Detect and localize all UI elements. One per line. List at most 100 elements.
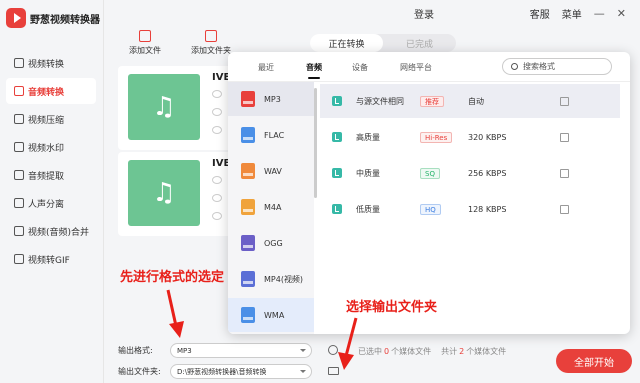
audio-file-icon (332, 96, 342, 106)
output-format-label: 输出格式: (118, 346, 153, 355)
format-item-wma[interactable]: WMA (228, 298, 314, 332)
add-file-button[interactable]: 添加文件 (120, 30, 170, 56)
quality-row-low[interactable]: 低质量 HQ 128 KBPS (320, 192, 620, 226)
output-folder-row: 输出文件夹: D:\野葱视频转换器\音频转换 (118, 364, 312, 379)
wav-file-icon (241, 163, 255, 179)
add-folder-icon (205, 30, 217, 42)
tab-done[interactable]: 已完成 (383, 34, 456, 52)
gif-icon (14, 254, 24, 264)
music-note-icon: ♫ (128, 74, 200, 140)
format-hint-annotation: 先进行格式的选定 (120, 270, 225, 285)
quality-name: 与源文件相同 (356, 96, 404, 106)
audio-file-icon (332, 204, 342, 214)
format-label: WMA (264, 310, 285, 320)
output-folder-select[interactable]: D:\野葱视频转换器\音频转换 (170, 364, 312, 379)
selected-count: 0 (384, 347, 390, 356)
format-label: M4A (264, 202, 282, 212)
selected-prefix: 已选中 (358, 347, 382, 356)
edit-icon[interactable] (560, 96, 569, 106)
gear-icon[interactable] (328, 345, 338, 355)
quality-row-medium[interactable]: 中质量 SQ 256 KBPS (320, 156, 620, 190)
file-info-icon (212, 194, 222, 202)
login-link[interactable]: 登录 (414, 6, 434, 21)
output-format-select[interactable]: MP3 (170, 343, 312, 358)
customer-service-link[interactable]: 客服 (530, 6, 550, 21)
folder-icon[interactable] (328, 367, 339, 375)
format-item-mp4[interactable]: MP4(视频) (228, 262, 314, 296)
video-convert-icon (14, 58, 24, 68)
sidebar-item-video-convert[interactable]: 视频转换 (6, 50, 96, 76)
quality-row-high[interactable]: 高质量 Hi-Res 320 KBPS (320, 120, 620, 154)
minimize-button[interactable]: — (594, 7, 605, 20)
output-format-row: 输出格式: MP3 (118, 343, 312, 358)
tab-device[interactable]: 设备 (352, 62, 368, 73)
sidebar-item-video-watermark[interactable]: 视频水印 (6, 134, 96, 160)
format-search-input[interactable]: 搜索格式 (502, 58, 612, 75)
chevron-down-icon (300, 349, 306, 352)
format-label: OGG (264, 238, 283, 248)
edit-icon[interactable] (560, 168, 569, 178)
sidebar-item-audio-extract[interactable]: 音频提取 (6, 162, 96, 188)
edit-icon[interactable] (560, 132, 569, 142)
sidebar-item-label: 视频压缩 (28, 115, 65, 126)
sidebar-item-label: 音频转换 (28, 87, 65, 98)
file-settings-icon[interactable] (212, 212, 222, 220)
sidebar-item-audio-convert[interactable]: 音频转换 (6, 78, 96, 104)
file-info-icon (212, 108, 222, 116)
format-list: MP3 FLAC WAV M4A OGG MP4(视频) WMA (228, 82, 314, 334)
sidebar-item-merge[interactable]: 视频(音频)合并 (6, 218, 96, 244)
quality-badge: 推荐 (420, 95, 444, 107)
total-prefix: 共计 (441, 347, 458, 356)
format-label: MP4(视频) (264, 274, 304, 284)
audio-file-icon (332, 132, 342, 142)
file-info-icon (212, 176, 222, 184)
format-item-mp3[interactable]: MP3 (228, 82, 314, 116)
add-file-icon (139, 30, 151, 42)
tab-converting[interactable]: 正在转换 (310, 34, 383, 52)
menu-link[interactable]: 菜单 (562, 6, 582, 21)
music-note-icon: ♫ (128, 160, 200, 226)
format-item-flac[interactable]: FLAC (228, 118, 314, 152)
output-folder-value: D:\野葱视频转换器\音频转换 (177, 367, 267, 376)
sidebar-item-video-compress[interactable]: 视频压缩 (6, 106, 96, 132)
tab-audio[interactable]: 音频 (306, 62, 322, 79)
quality-row-source[interactable]: 与源文件相同 推荐 自动 (320, 84, 620, 118)
start-all-button[interactable]: 全部开始 (556, 349, 632, 373)
sidebar-item-label: 人声分离 (28, 199, 65, 210)
file-info-icon (212, 90, 222, 98)
format-item-ogg[interactable]: OGG (228, 226, 314, 260)
quality-value: 自动 (468, 96, 484, 106)
selected-count-text: 已选中 0 个媒体文件 (358, 346, 431, 357)
chevron-down-icon (300, 370, 306, 373)
sidebar-item-vocal-separate[interactable]: 人声分离 (6, 190, 96, 216)
sidebar-item-label: 音频提取 (28, 171, 65, 182)
format-label: WAV (264, 166, 282, 176)
tab-recent[interactable]: 最近 (258, 62, 274, 73)
selected-suffix: 个媒体文件 (391, 347, 432, 356)
status-tabs: 正在转换 已完成 (310, 34, 456, 52)
quality-badge: HQ (420, 203, 441, 215)
edit-icon[interactable] (560, 204, 569, 214)
close-button[interactable]: ✕ (617, 7, 626, 20)
file-settings-icon[interactable] (212, 126, 222, 134)
format-item-m4a[interactable]: M4A (228, 190, 314, 224)
folder-hint-annotation: 选择输出文件夹 (346, 300, 438, 315)
add-folder-label: 添加文件夹 (191, 46, 231, 55)
sidebar-item-video-to-gif[interactable]: 视频转GIF (6, 246, 96, 272)
watermark-icon (14, 142, 24, 152)
app-window: 野葱视频转换器 视频转换 音频转换 视频压缩 视频水印 音频提取 人声分离 视频… (0, 0, 640, 383)
sidebar-item-label: 视频转换 (28, 59, 65, 70)
tab-web-platform[interactable]: 网络平台 (400, 62, 432, 73)
quality-badge: Hi-Res (420, 131, 453, 143)
quality-value: 256 KBPS (468, 168, 507, 178)
mp3-file-icon (241, 91, 255, 107)
add-file-label: 添加文件 (129, 46, 161, 55)
title-bar: 登录 客服 菜单 — ✕ (104, 0, 640, 26)
format-popup: 最近 音频 设备 网络平台 搜索格式 MP3 FLAC WAV M4A OGG … (228, 52, 630, 334)
merge-icon (14, 226, 24, 236)
mp4-file-icon (241, 271, 255, 287)
format-list-scrollbar[interactable] (314, 88, 317, 198)
m4a-file-icon (241, 199, 255, 215)
format-item-wav[interactable]: WAV (228, 154, 314, 188)
compress-icon (14, 114, 24, 124)
